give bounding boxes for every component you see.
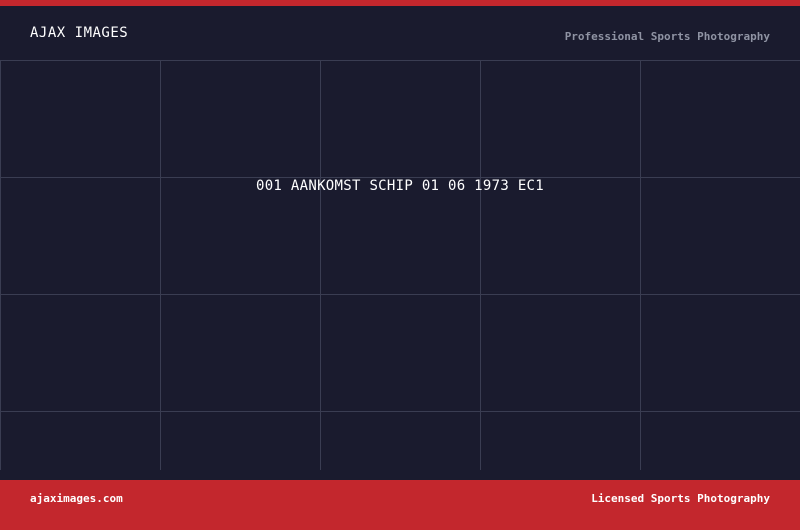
watermark-placeholder-page: AJAX IMAGES Professional Sports Photogra… bbox=[0, 0, 800, 530]
footer: ajaximages.com Licensed Sports Photograp… bbox=[0, 480, 800, 530]
header: AJAX IMAGES Professional Sports Photogra… bbox=[0, 6, 800, 60]
brand-logo-text: AJAX IMAGES bbox=[30, 25, 129, 41]
image-placeholder-area: 001 AANKOMST SCHIP 01 06 1973 EC1 bbox=[0, 60, 800, 470]
photo-title: 001 AANKOMST SCHIP 01 06 1973 EC1 bbox=[255, 178, 545, 194]
footer-license: Licensed Sports Photography bbox=[591, 492, 770, 505]
header-tagline: Professional Sports Photography bbox=[564, 30, 770, 43]
footer-spacer bbox=[0, 470, 800, 480]
placeholder-grid bbox=[0, 60, 800, 470]
footer-website: ajaximages.com bbox=[30, 492, 123, 505]
